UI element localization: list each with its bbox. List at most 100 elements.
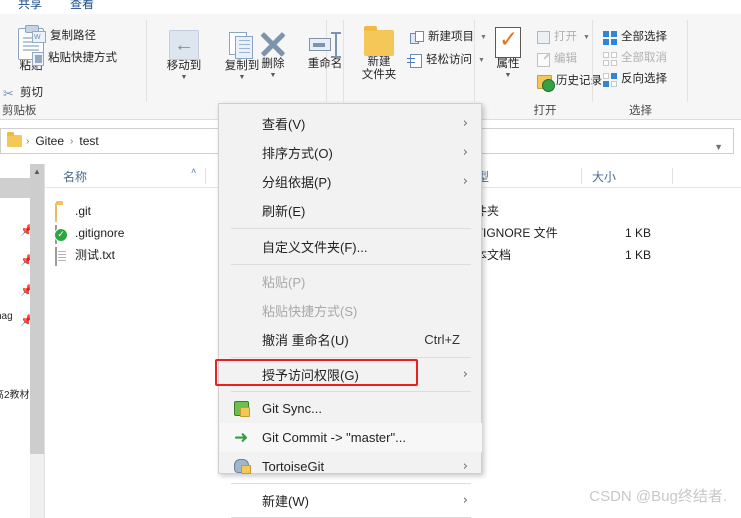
menu-item-label: 查看(V) bbox=[262, 117, 306, 132]
chevron-right-icon: › bbox=[462, 459, 468, 474]
paste-shortcut-button[interactable]: 粘贴快捷方式 bbox=[32, 51, 117, 66]
rename-icon bbox=[309, 32, 341, 58]
ribbon-group-label-open: 打开 bbox=[533, 105, 557, 117]
menu-item-new[interactable]: 新建(W) › bbox=[220, 486, 482, 515]
move-to-icon bbox=[169, 30, 199, 60]
chevron-right-icon: › bbox=[462, 367, 468, 382]
text-document-icon bbox=[55, 247, 57, 266]
menu-item-label: 粘贴快捷方式(S) bbox=[262, 304, 358, 319]
menu-item-git-commit[interactable]: ➜ Git Commit -> "master"... bbox=[220, 423, 482, 452]
open-label: 打开 bbox=[554, 31, 577, 43]
select-all-button[interactable]: 全部选择 bbox=[603, 30, 667, 45]
copy-path-button[interactable]: 复制路径 bbox=[32, 29, 96, 45]
menu-item-label: 分组依据(P) bbox=[262, 175, 332, 190]
menu-item-label: 粘贴(P) bbox=[262, 275, 306, 290]
ribbon-group-select: 全部选择 全部取消 反向选择 选择 bbox=[593, 14, 688, 120]
menu-item-grant-access[interactable]: 授予访问权限(G) › bbox=[220, 360, 482, 389]
menu-item-label: 排序方式(O) bbox=[262, 146, 333, 161]
tortoisegit-icon bbox=[234, 459, 251, 474]
chevron-right-icon: › bbox=[462, 116, 468, 131]
menu-separator bbox=[231, 483, 471, 484]
menu-item-customize-folder[interactable]: 自定义文件夹(F)... bbox=[220, 232, 482, 261]
nav-pane-scrollbar[interactable]: ▲ bbox=[30, 164, 44, 518]
menu-item-paste[interactable]: 粘贴(P) bbox=[220, 267, 482, 296]
menu-item-label: Git Commit -> "master"... bbox=[262, 430, 406, 445]
chevron-down-icon[interactable]: ▼ bbox=[244, 72, 302, 79]
menu-separator bbox=[231, 357, 471, 358]
chevron-right-icon: › bbox=[462, 145, 468, 160]
move-to-label: 移动到 bbox=[166, 60, 202, 72]
tab-share[interactable]: 共享 bbox=[18, 0, 42, 12]
watermark: CSDN @Bug终结者. bbox=[589, 488, 727, 505]
delete-button[interactable]: 删除 ▼ bbox=[244, 30, 302, 79]
chevron-up-icon[interactable]: ▲ bbox=[30, 164, 44, 180]
menu-item-paste-shortcut[interactable]: 粘贴快捷方式(S) bbox=[220, 296, 482, 325]
ribbon-group-label-select: 选择 bbox=[629, 105, 652, 117]
chevron-down-icon[interactable]: ▼ bbox=[155, 74, 213, 81]
menu-item-label: 自定义文件夹(F)... bbox=[262, 240, 368, 255]
new-folder-label-1: 新建 bbox=[367, 56, 391, 68]
cut-label: 剪切 bbox=[20, 87, 43, 99]
select-all-icon bbox=[603, 30, 617, 45]
scrollbar-thumb[interactable] bbox=[30, 164, 44, 454]
menu-item-accelerator: Ctrl+Z bbox=[424, 332, 460, 347]
column-header-size[interactable]: 大小 bbox=[592, 168, 616, 185]
navigation-pane: 📌 📌 📌 📌 nag 高2教材 bbox=[0, 164, 34, 518]
menu-item-label: Git Sync... bbox=[262, 401, 322, 416]
column-divider[interactable] bbox=[581, 168, 582, 184]
new-folder-button[interactable]: 新建 文件夹 bbox=[350, 26, 408, 82]
nav-item-label-clipped[interactable]: 高2教材 bbox=[0, 386, 30, 401]
menu-item-sort-by[interactable]: 排序方式(O) › bbox=[220, 138, 482, 167]
move-to-button[interactable]: 移动到 ▼ bbox=[155, 30, 213, 81]
menu-item-view[interactable]: 查看(V) › bbox=[220, 109, 482, 138]
properties-button[interactable]: 属性 ▼ bbox=[479, 25, 537, 79]
menu-item-refresh[interactable]: 刷新(E) bbox=[220, 196, 482, 225]
scissors-icon: ✂ bbox=[3, 86, 14, 101]
paste-shortcut-label: 粘贴快捷方式 bbox=[48, 52, 117, 64]
properties-label: 属性 bbox=[496, 58, 520, 70]
breadcrumb-item-test[interactable]: test bbox=[74, 134, 103, 148]
context-menu: 查看(V) › 排序方式(O) › 分组依据(P) › 刷新(E) 自定义文件夹… bbox=[218, 103, 482, 518]
file-name: .gitignore bbox=[75, 226, 125, 240]
nav-item-label-clipped[interactable]: nag bbox=[0, 311, 13, 322]
copy-path-label: 复制路径 bbox=[50, 30, 96, 42]
select-all-label: 全部选择 bbox=[621, 31, 667, 43]
invert-selection-label: 反向选择 bbox=[621, 73, 667, 85]
file-name: .git bbox=[75, 204, 92, 218]
breadcrumb-item-gitee[interactable]: Gitee bbox=[30, 134, 69, 148]
new-item-label: 新建项目 bbox=[428, 31, 474, 43]
menu-item-label: 撤消 重命名(U) bbox=[262, 333, 349, 348]
nav-selected-row[interactable] bbox=[0, 178, 34, 198]
invert-selection-icon bbox=[603, 72, 617, 87]
chevron-down-icon[interactable]: ▼ bbox=[583, 30, 590, 45]
open-button[interactable]: 打开 ▼ bbox=[537, 30, 590, 45]
edit-button[interactable]: 编辑 bbox=[537, 52, 577, 67]
menu-item-git-sync[interactable]: Git Sync... bbox=[220, 394, 482, 423]
copy-path-icon bbox=[32, 30, 46, 45]
menu-item-group-by[interactable]: 分组依据(P) › bbox=[220, 167, 482, 196]
cut-button[interactable]: ✂ 剪切 bbox=[3, 86, 43, 101]
tab-view[interactable]: 查看 bbox=[70, 0, 94, 12]
edit-label: 编辑 bbox=[554, 53, 577, 65]
select-none-button[interactable]: 全部取消 bbox=[603, 51, 667, 66]
menu-item-tortoisegit[interactable]: TortoiseGit › bbox=[220, 452, 482, 481]
invert-selection-button[interactable]: 反向选择 bbox=[603, 72, 667, 87]
chevron-right-icon: › bbox=[462, 174, 468, 189]
delete-label: 删除 bbox=[261, 58, 285, 70]
menu-item-label: 刷新(E) bbox=[262, 204, 306, 219]
doc-checkmark-icon bbox=[55, 225, 57, 244]
menu-separator bbox=[231, 391, 471, 392]
chevron-down-icon[interactable]: ▼ bbox=[714, 142, 723, 152]
divider bbox=[482, 254, 494, 255]
menu-item-undo-rename[interactable]: 撤消 重命名(U) Ctrl+Z bbox=[220, 325, 482, 354]
menu-item-label: TortoiseGit bbox=[262, 459, 325, 474]
folder-icon bbox=[7, 132, 22, 147]
ribbon-tab-strip: 共享 查看 bbox=[0, 0, 741, 14]
column-divider[interactable] bbox=[672, 168, 673, 184]
column-header-name[interactable]: 名称 bbox=[63, 168, 87, 185]
file-size: 1 KB bbox=[624, 226, 651, 240]
chevron-down-icon[interactable]: ▼ bbox=[479, 72, 537, 79]
select-none-label: 全部取消 bbox=[621, 52, 667, 64]
paste-shortcut-icon bbox=[32, 51, 44, 66]
column-divider[interactable] bbox=[205, 168, 206, 184]
